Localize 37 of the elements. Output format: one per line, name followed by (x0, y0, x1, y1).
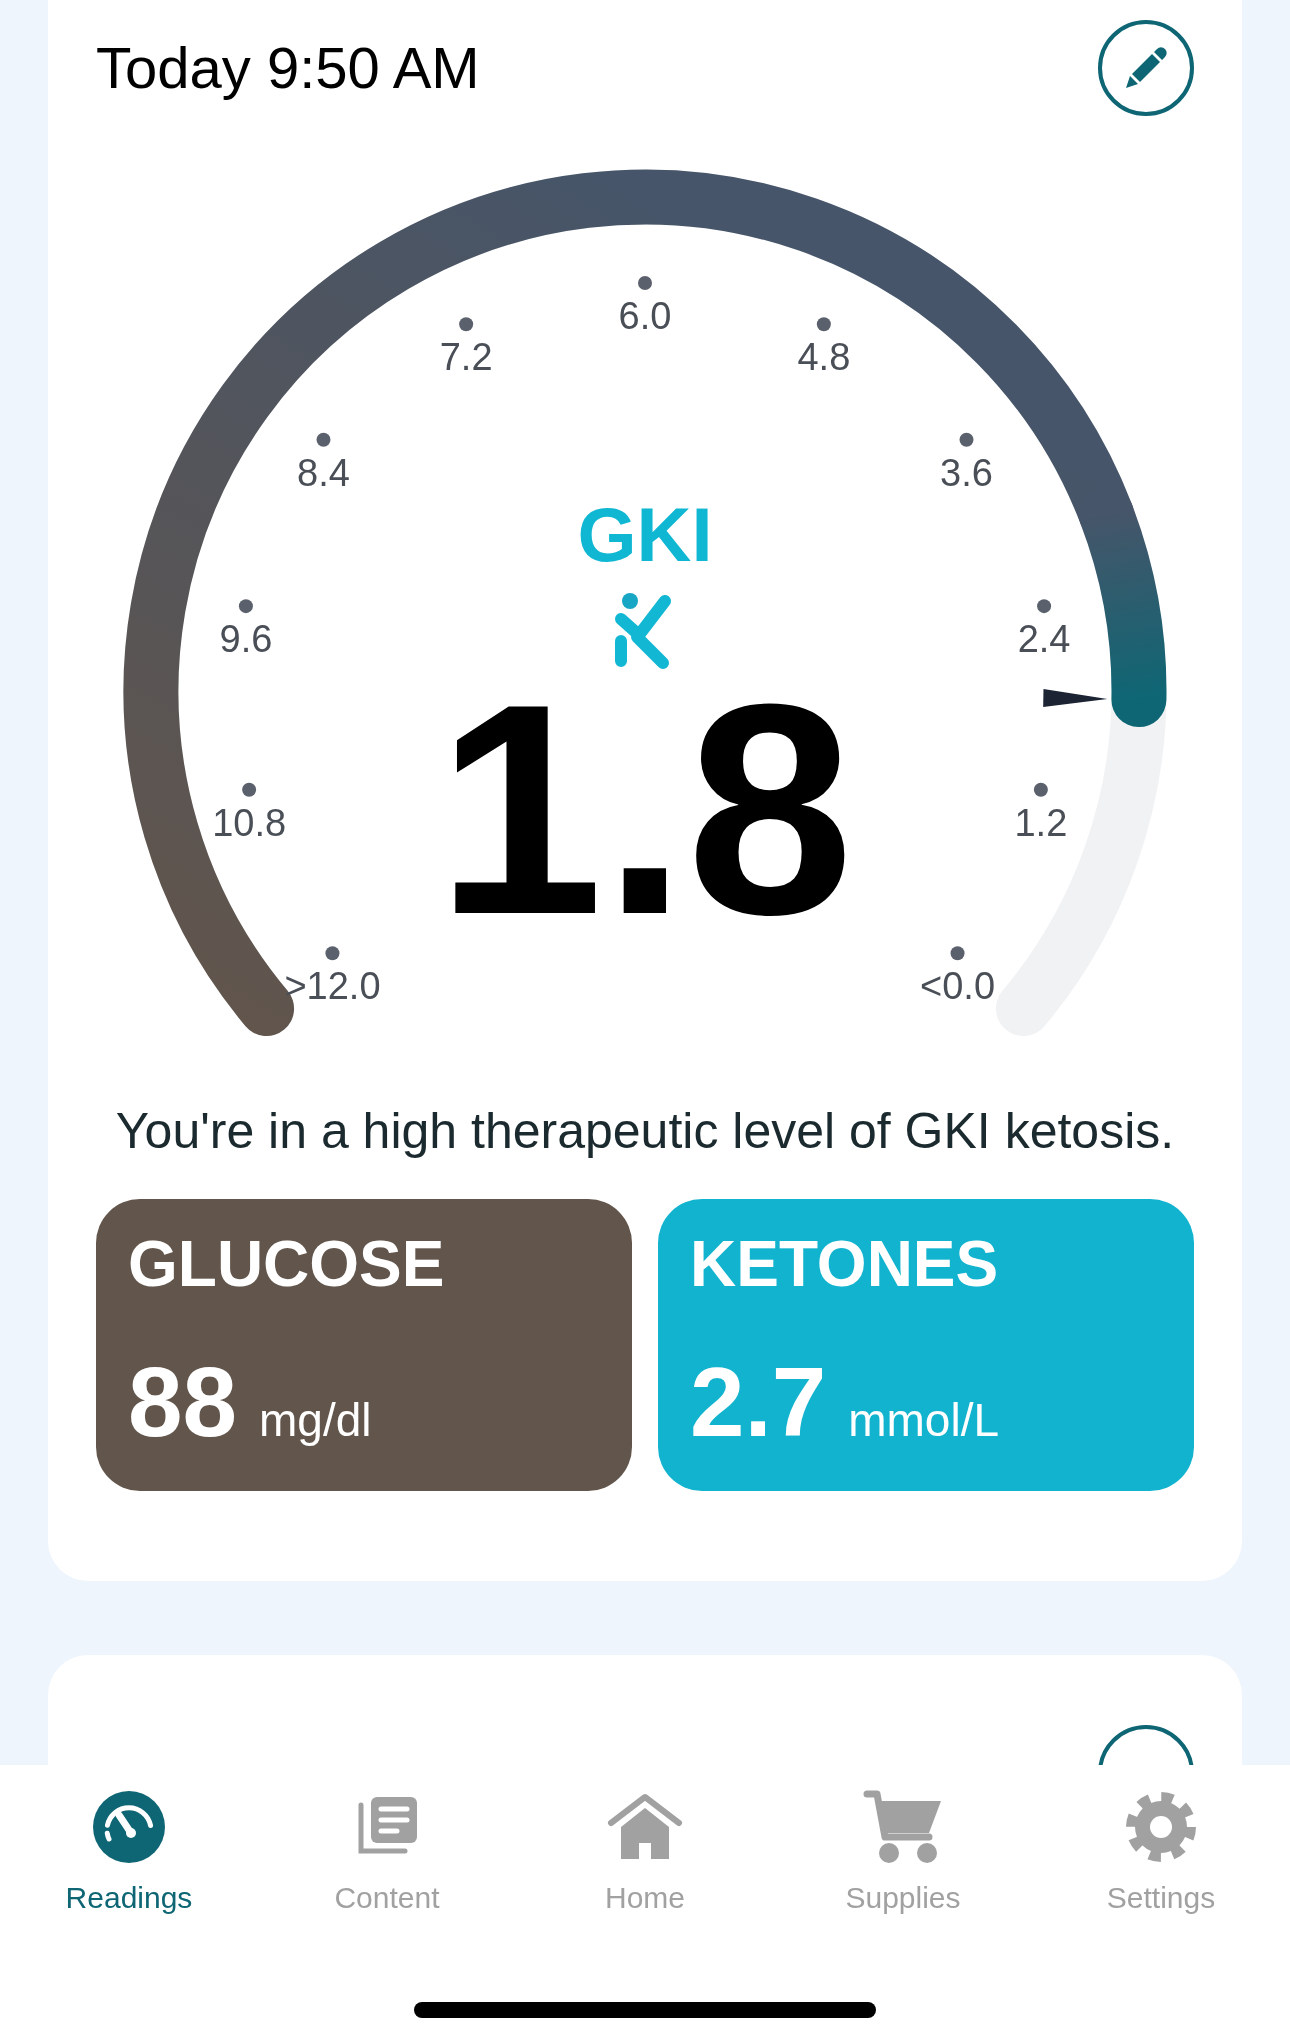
gki-value: 1.8 (436, 641, 854, 977)
tick-dot (638, 276, 652, 290)
reading-time: Today 9:50 AM (96, 34, 480, 103)
tab-bar-item[interactable]: Supplies (774, 1787, 1032, 2038)
gauge-title: GKI (577, 492, 713, 577)
tab-bar-item[interactable]: Settings (1032, 1787, 1290, 2038)
tick-dot (238, 599, 253, 614)
tick-dot (959, 432, 974, 447)
tab-bar-item[interactable]: Home (516, 1787, 774, 2038)
tab-bar-item[interactable]: Readings (0, 1787, 258, 2038)
tile-unit: mmol/L (848, 1393, 1000, 1448)
tick-label: <0.0 (920, 965, 996, 1008)
tile-unit: mg/dl (259, 1393, 372, 1448)
tile-value: 2.7 (690, 1353, 827, 1451)
status-message: You're in a high therapeutic level of GKI ketosis. (114, 1102, 1176, 1161)
tick-dot (950, 946, 965, 961)
tick-label: 1.2 (1014, 801, 1068, 844)
tick-label: 10.8 (212, 801, 287, 844)
tick-dot (1033, 782, 1048, 797)
tick-label: 2.4 (1017, 618, 1071, 661)
tick-dot (816, 317, 831, 332)
tick-dot (325, 946, 340, 961)
tick-label: 8.4 (297, 451, 350, 494)
tick-label: 9.6 (219, 618, 273, 661)
tick-dot (316, 432, 331, 447)
tick-dot (1037, 599, 1052, 614)
tick-label: 7.2 (439, 336, 493, 379)
tick-dot (459, 317, 474, 332)
tick-label: 4.8 (797, 336, 851, 379)
figure-icon (615, 593, 671, 669)
tile-label: GLUCOSE (128, 1229, 446, 1300)
tick-label: 3.6 (940, 451, 993, 494)
tick-dot (242, 782, 257, 797)
tick-label: 6.0 (618, 295, 672, 337)
tick-label: >12.0 (284, 965, 381, 1008)
tile-value: 88 (128, 1353, 237, 1451)
tile-label: KETONES (690, 1229, 1000, 1300)
